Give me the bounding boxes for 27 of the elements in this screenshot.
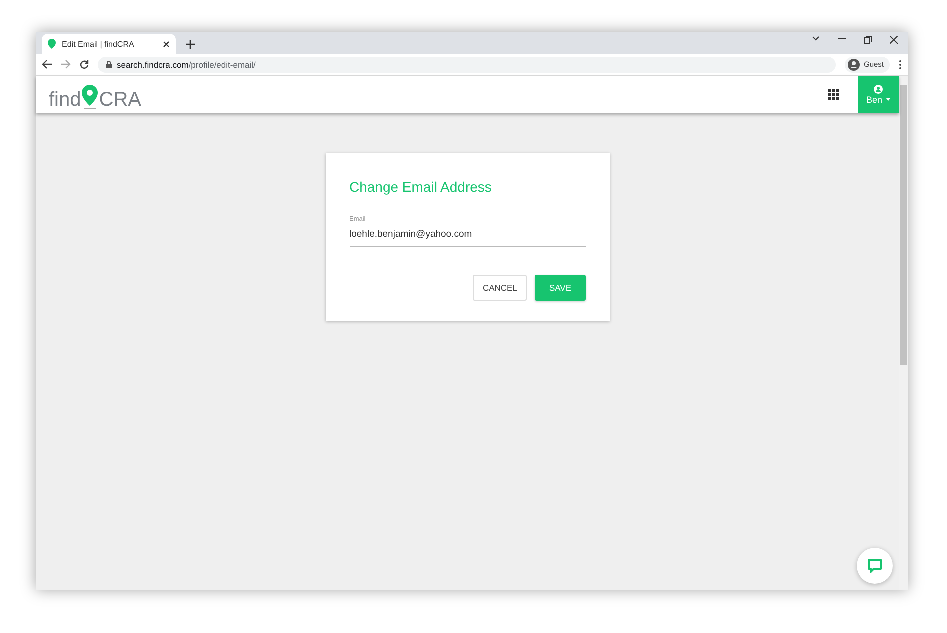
apps-grid-icon[interactable] <box>828 89 839 100</box>
url-path: /profile/edit-email/ <box>188 60 256 70</box>
browser-tab[interactable]: Edit Email | findCRA <box>42 34 176 54</box>
location-pin-icon <box>81 84 100 110</box>
address-bar[interactable]: search.findcra.com/profile/edit-email/ <box>98 56 836 72</box>
restore-icon[interactable] <box>864 36 872 44</box>
chat-icon <box>867 558 883 574</box>
logo-text: CRA <box>99 90 142 110</box>
reload-icon[interactable] <box>80 60 89 69</box>
pin-icon <box>48 39 56 49</box>
dialog-title: Change Email Address <box>350 179 493 195</box>
person-icon <box>848 58 860 70</box>
close-icon[interactable] <box>163 40 170 48</box>
logo-text: find <box>49 90 82 110</box>
minimize-icon[interactable] <box>838 36 846 42</box>
scrollbar-thumb[interactable] <box>900 85 907 365</box>
plus-icon[interactable] <box>186 40 195 49</box>
more-icon[interactable] <box>899 60 902 70</box>
tab-title: Edit Email | findCRA <box>62 40 136 48</box>
back-icon[interactable] <box>42 60 52 69</box>
lock-icon <box>106 61 112 68</box>
cancel-button[interactable]: CANCEL <box>472 275 528 301</box>
caret-icon <box>886 98 890 101</box>
chevron-down-icon[interactable] <box>812 36 820 42</box>
url-host: search.findcra.com <box>117 60 189 70</box>
user-icon <box>874 84 883 94</box>
close-icon[interactable] <box>890 36 898 44</box>
